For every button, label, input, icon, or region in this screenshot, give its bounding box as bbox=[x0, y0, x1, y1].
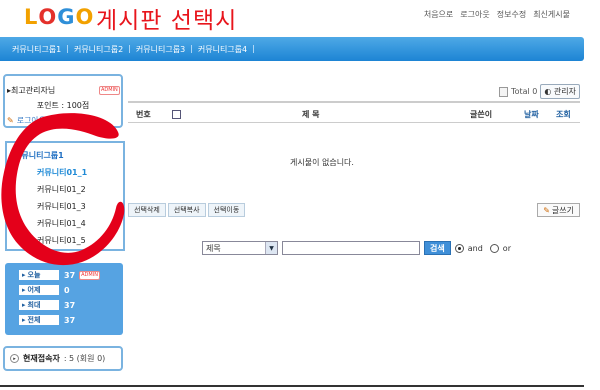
stat-label-text: 어제 bbox=[27, 286, 41, 294]
nav-group-1[interactable]: 커뮤니티그룹1 bbox=[12, 44, 61, 55]
write-button[interactable]: ✎ 글쓰기 bbox=[537, 203, 580, 217]
logo[interactable]: LOGO bbox=[24, 5, 94, 29]
footer-divider bbox=[0, 385, 584, 387]
search-bar: 제목 ▼ 검색 and or bbox=[202, 241, 514, 255]
user-points: 포인트 : 100점 bbox=[36, 101, 90, 110]
visitor-stats: ▸ 오늘 37 ADMIN ▸ 어제 0 ▸ 최대 37 ▸ 전체 37 bbox=[5, 263, 123, 335]
logo-letter: L bbox=[24, 5, 39, 29]
stat-value: 37 bbox=[64, 270, 76, 280]
online-label: 현재접속자 bbox=[23, 354, 60, 363]
stat-label: ▸ 최대 bbox=[19, 300, 59, 310]
logout-button[interactable]: 로그아웃 bbox=[17, 115, 46, 126]
write-button-label: 글쓰기 bbox=[551, 205, 574, 215]
stat-label-text: 오늘 bbox=[27, 271, 41, 279]
community-menu: 커뮤니티그룹1 커뮤니티01_1 커뮤니티01_2 커뮤니티01_3 커뮤니티0… bbox=[5, 141, 125, 251]
or-label: or bbox=[502, 243, 511, 253]
and-radio[interactable] bbox=[454, 243, 464, 253]
col-author: 글쓴이 bbox=[470, 110, 493, 119]
community-item[interactable]: 커뮤니티01_5 bbox=[37, 235, 86, 246]
stat-value: 0 bbox=[64, 285, 70, 295]
nav-separator: | bbox=[128, 44, 131, 53]
stat-label: ▸ 전체 bbox=[19, 315, 59, 325]
user-name-text: 최고관리자님 bbox=[11, 86, 56, 95]
admin-badge: ADMIN bbox=[79, 270, 100, 280]
pencil-icon: ✎ bbox=[7, 116, 14, 125]
top-links: 처음으로 로그아웃 정보수정 최신게시물 bbox=[424, 9, 570, 20]
empty-message: 게시물이 없습니다. bbox=[290, 158, 354, 167]
community-navbar: 커뮤니티그룹1 | 커뮤니티그룹2 | 커뮤니티그룹3 | 커뮤니티그룹4 | bbox=[0, 37, 584, 61]
latest-posts-link[interactable]: 최신게시물 bbox=[533, 9, 570, 20]
community-item[interactable]: 커뮤니티01_1 bbox=[37, 167, 87, 178]
chevron-down-icon: ▼ bbox=[265, 242, 277, 254]
col-num: 번호 bbox=[136, 110, 151, 119]
nav-separator: | bbox=[190, 44, 193, 53]
community-item[interactable]: 커뮤니티01_4 bbox=[37, 218, 86, 229]
app: LOGO 게시판 선택시 처음으로 로그아웃 정보수정 최신게시물 커뮤니티그룹… bbox=[0, 0, 600, 390]
stat-value: 37 bbox=[64, 315, 76, 325]
board-actions: 선택삭제 선택복사 선택이동 bbox=[128, 203, 246, 217]
admin-button[interactable]: ◐ 관리자 bbox=[540, 84, 580, 99]
and-label: and bbox=[467, 243, 483, 253]
document-icon bbox=[499, 86, 509, 97]
user-panel: ▸최고관리자님 ADMIN 포인트 : 100점 ✎ 로그아웃 bbox=[3, 74, 123, 128]
nav-group-2[interactable]: 커뮤니티그룹2 bbox=[74, 44, 123, 55]
admin-button-label: 관리자 bbox=[553, 87, 576, 96]
copy-selected-button[interactable]: 선택복사 bbox=[167, 203, 206, 217]
stat-label-text: 전체 bbox=[27, 316, 41, 324]
online-value: : 5 (회원 0) bbox=[63, 354, 106, 363]
stat-max: ▸ 최대 37 bbox=[19, 300, 75, 310]
edit-profile-link[interactable]: 정보수정 bbox=[497, 9, 526, 20]
online-users[interactable]: ▸ 현재접속자 : 5 (회원 0) bbox=[3, 346, 123, 371]
col-date[interactable]: 날짜 bbox=[524, 109, 539, 120]
delete-selected-button[interactable]: 선택삭제 bbox=[128, 203, 166, 217]
table-header: 번호 제 목 글쓴이 날짜 조회 bbox=[128, 101, 580, 123]
community-item[interactable]: 커뮤니티01_2 bbox=[37, 184, 86, 195]
stat-today: ▸ 오늘 37 ADMIN bbox=[19, 270, 100, 280]
col-views[interactable]: 조회 bbox=[556, 109, 571, 120]
stat-value: 37 bbox=[64, 300, 76, 310]
arrow-icon: ▸ bbox=[10, 354, 19, 363]
nav-group-3[interactable]: 커뮤니티그룹3 bbox=[136, 44, 185, 55]
admin-badge: ADMIN bbox=[99, 86, 120, 95]
board-total: Total 0 ◐ 관리자 bbox=[499, 84, 580, 99]
home-link[interactable]: 처음으로 bbox=[424, 9, 453, 20]
pencil-icon: ✎ bbox=[543, 205, 550, 215]
logo-letter: O bbox=[38, 5, 58, 29]
community-group-title[interactable]: 커뮤니티그룹1 bbox=[14, 150, 64, 161]
search-field-value: 제목 bbox=[206, 243, 221, 253]
stat-label: ▸ 어제 bbox=[19, 285, 59, 295]
select-all-checkbox[interactable] bbox=[172, 110, 181, 119]
stat-label: ▸ 오늘 bbox=[19, 270, 59, 280]
search-field-select[interactable]: 제목 ▼ bbox=[202, 241, 278, 255]
user-name: ▸최고관리자님 bbox=[7, 86, 56, 95]
nav-separator: | bbox=[66, 44, 69, 53]
nav-group-4[interactable]: 커뮤니티그룹4 bbox=[198, 44, 247, 55]
move-selected-button[interactable]: 선택이동 bbox=[207, 203, 246, 217]
search-input[interactable] bbox=[282, 241, 420, 255]
nav-separator: | bbox=[252, 44, 255, 53]
stat-label-text: 최대 bbox=[27, 301, 41, 309]
logo-letter: G bbox=[57, 5, 76, 29]
logo-letter: O bbox=[75, 5, 95, 29]
logout-link[interactable]: 로그아웃 bbox=[460, 9, 489, 20]
or-radio[interactable] bbox=[489, 243, 499, 253]
page-title: 게시판 선택시 bbox=[96, 8, 238, 34]
col-subject: 제 목 bbox=[302, 110, 320, 119]
total-count: Total 0 bbox=[511, 87, 538, 96]
logout-row: ✎ 로그아웃 bbox=[7, 115, 46, 126]
stat-total: ▸ 전체 37 bbox=[19, 315, 75, 325]
search-button[interactable]: 검색 bbox=[424, 241, 451, 255]
stat-yesterday: ▸ 어제 0 bbox=[19, 285, 70, 295]
community-item[interactable]: 커뮤니티01_3 bbox=[37, 201, 86, 212]
